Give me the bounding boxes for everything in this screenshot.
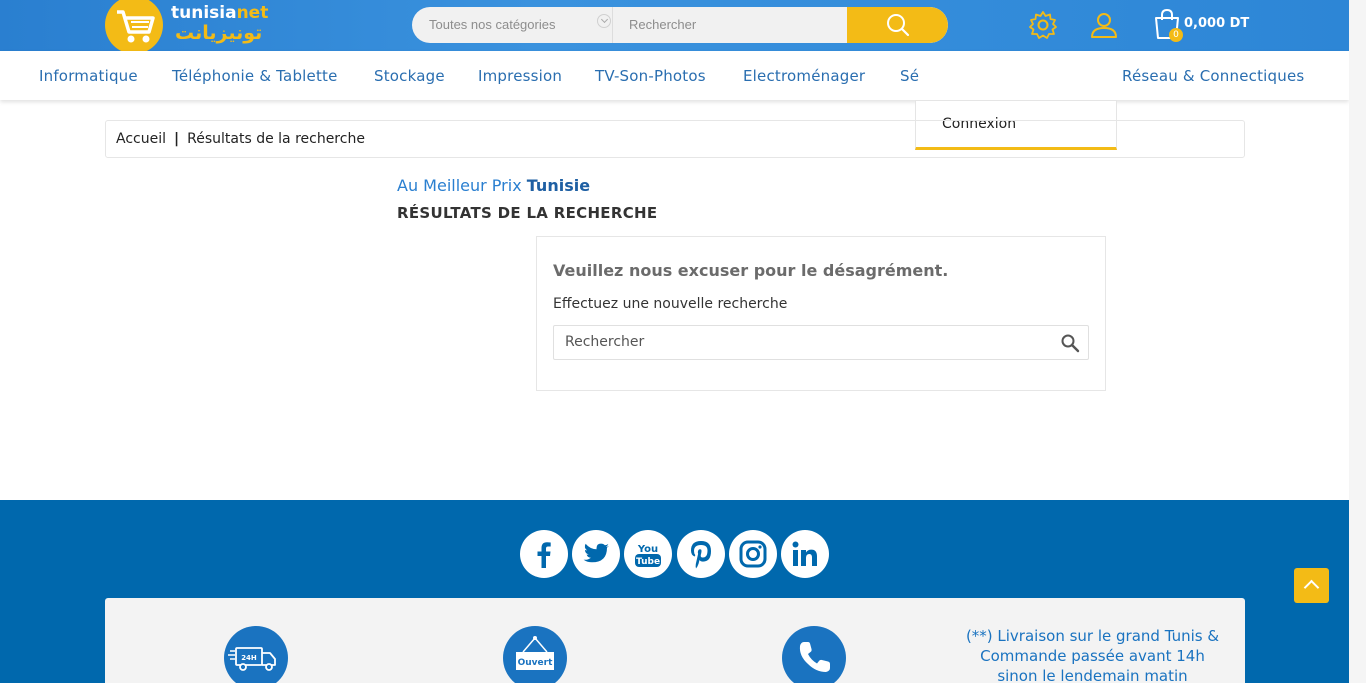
search-button[interactable] <box>847 7 948 43</box>
open-sign-icon: Ouvert <box>503 626 567 683</box>
header-search: Toutes nos catégories Rechercher <box>412 7 948 43</box>
search-input[interactable]: Rechercher <box>612 7 848 43</box>
user-icon[interactable] <box>1089 10 1119 40</box>
nav-item-informatique[interactable]: Informatique <box>39 67 138 85</box>
nav-item-reseau[interactable]: Réseau & Connectiques <box>1122 67 1304 85</box>
youtube-icon[interactable]: You Tube <box>624 530 672 578</box>
nav-item-electromenager[interactable]: Electroménager <box>743 67 865 85</box>
facebook-icon[interactable] <box>520 530 568 578</box>
cart-button[interactable]: 0 0,000 DT <box>1153 8 1253 44</box>
logo-wordmark: tunisianet <box>171 3 269 23</box>
no-results-panel: Veuillez nous excuser pour le désagrémen… <box>536 236 1106 391</box>
no-results-subtitle: Effectuez une nouvelle recherche <box>553 296 788 312</box>
instagram-icon[interactable] <box>729 530 777 578</box>
back-to-top-button[interactable] <box>1294 568 1329 603</box>
delivery-note: (**) Livraison sur le grand Tunis & Comm… <box>965 627 1220 683</box>
breadcrumb-home[interactable]: Accueil <box>116 131 166 147</box>
svg-text:24H: 24H <box>241 654 257 662</box>
nav-item-stockage[interactable]: Stockage <box>374 67 445 85</box>
linkedin-icon[interactable] <box>781 530 829 578</box>
svg-text:Tube: Tube <box>636 557 660 567</box>
page-subtitle: Au Meilleur Prix Tunisie <box>397 176 591 195</box>
cart-count-badge: 0 <box>1169 28 1183 42</box>
category-select[interactable]: Toutes nos catégories <box>412 7 612 43</box>
settings-gear-icon[interactable] <box>1028 10 1058 40</box>
new-search-input[interactable]: Rechercher <box>553 325 1089 360</box>
logo-arabic: تونيزيانت <box>175 22 263 44</box>
nav-item-telephonie[interactable]: Téléphonie & Tablette <box>172 67 338 85</box>
breadcrumb: Accueil | Résultats de la recherche <box>105 120 1245 158</box>
svg-text:Ouvert: Ouvert <box>518 658 553 668</box>
main-nav: Informatique Téléphonie & Tablette Stock… <box>0 51 1349 150</box>
pinterest-icon[interactable] <box>677 530 725 578</box>
svg-text:You: You <box>637 544 658 555</box>
breadcrumb-separator: | <box>174 131 180 147</box>
nav-item-tv-son-photos[interactable]: TV-Son-Photos <box>595 67 706 85</box>
search-icon <box>887 14 910 37</box>
page-title: RÉSULTATS DE LA RECHERCHE <box>397 204 658 222</box>
nav-item-securite[interactable]: Sé <box>900 67 919 85</box>
site-logo[interactable]: tunisianet تونيزيانت <box>105 0 269 54</box>
phone-icon <box>782 626 846 683</box>
scrollbar[interactable] <box>1349 0 1366 683</box>
no-results-title: Veuillez nous excuser pour le désagrémen… <box>553 261 949 280</box>
top-header: tunisianet تونيزيانت Toutes nos catégori… <box>0 0 1349 54</box>
cart-logo-icon <box>105 0 163 54</box>
search-icon[interactable] <box>1060 333 1080 353</box>
breadcrumb-current: Résultats de la recherche <box>187 131 365 147</box>
twitter-icon[interactable] <box>572 530 620 578</box>
chevron-down-icon[interactable] <box>597 14 611 28</box>
delivery-truck-icon: 24H <box>224 626 288 683</box>
cart-total: 0,000 DT <box>1184 16 1250 31</box>
nav-item-impression[interactable]: Impression <box>478 67 562 85</box>
